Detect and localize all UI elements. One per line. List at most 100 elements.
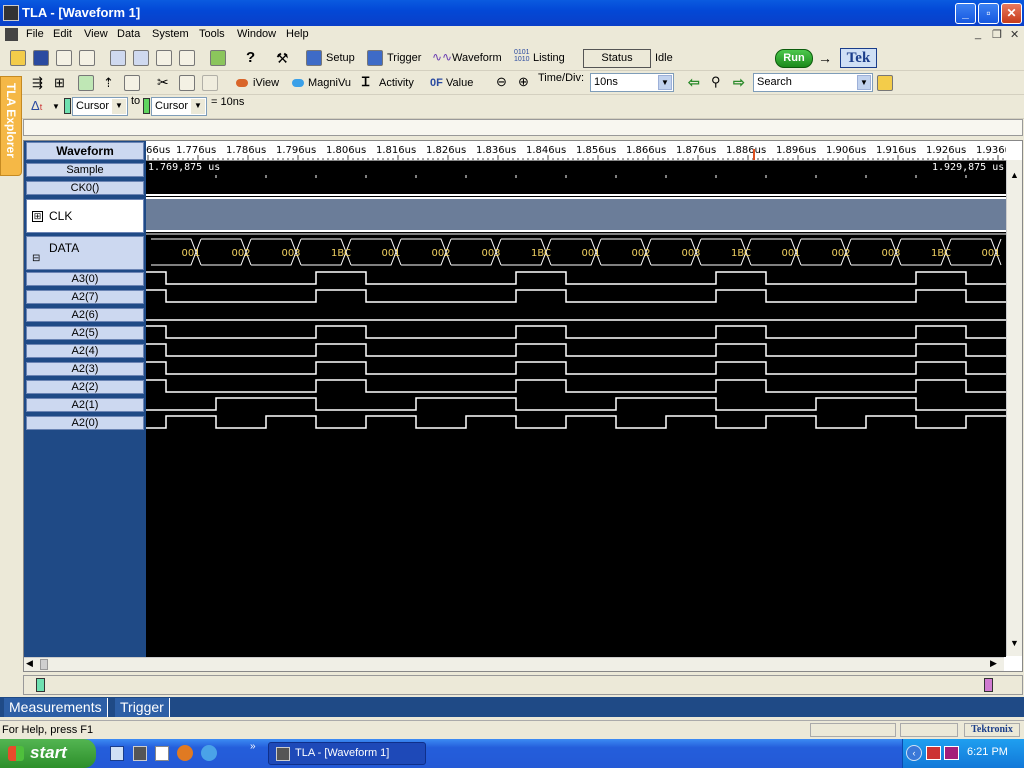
quicklaunch-icon-2[interactable] xyxy=(133,746,147,761)
edit-pencil-icon[interactable] xyxy=(210,50,226,66)
chevron-down-icon[interactable]: ▼ xyxy=(52,98,60,116)
signal-label-a2-1[interactable]: A2(1) xyxy=(26,398,144,412)
waveform-button[interactable]: Waveform xyxy=(452,49,502,67)
menu-system[interactable]: System xyxy=(152,28,189,40)
activity-button[interactable]: Activity xyxy=(379,74,414,92)
scroll-right-arrow-icon[interactable]: ▶ xyxy=(990,658,997,669)
chevron-down-icon[interactable]: ▼ xyxy=(857,75,871,90)
tab-measurements[interactable]: Measurements xyxy=(4,698,108,717)
scroll-down-arrow-icon[interactable]: ▼ xyxy=(1008,638,1021,652)
signal-label-a2-0[interactable]: A2(0) xyxy=(26,416,144,430)
quicklaunch-icon-1[interactable] xyxy=(110,746,124,761)
cut-icon[interactable]: ✂ xyxy=(157,73,169,91)
mdi-minimize-button[interactable]: _ xyxy=(975,28,981,40)
save-icon[interactable] xyxy=(33,50,49,66)
close-button[interactable]: ✕ xyxy=(1001,3,1022,24)
cursor2-slider-marker-icon[interactable] xyxy=(984,678,993,692)
goto-icon[interactable] xyxy=(78,75,94,91)
tray-expand-icon[interactable]: ‹ xyxy=(906,745,922,761)
signal-label-a2-4[interactable]: A2(4) xyxy=(26,344,144,358)
quicklaunch-icon-4[interactable] xyxy=(177,745,193,761)
chevron-down-icon[interactable]: ▼ xyxy=(658,75,672,90)
search-options-icon[interactable] xyxy=(877,75,893,91)
hammer-icon[interactable]: ⚒ xyxy=(276,49,289,67)
load-icon[interactable] xyxy=(79,50,95,66)
add-signal-icon[interactable]: ⇶ xyxy=(32,74,43,92)
tray-app-icon-2[interactable] xyxy=(944,746,959,760)
new-window-icon[interactable] xyxy=(133,50,149,66)
properties-icon[interactable] xyxy=(156,50,172,66)
signal-label-a2-3[interactable]: A2(3) xyxy=(26,362,144,376)
chevron-down-icon[interactable]: ▼ xyxy=(191,99,205,114)
tray-app-icon-1[interactable] xyxy=(926,746,941,760)
menu-data[interactable]: Data xyxy=(117,28,140,40)
print-icon[interactable] xyxy=(56,50,72,66)
summary-icon[interactable] xyxy=(179,50,195,66)
start-button[interactable]: start xyxy=(0,739,96,768)
horizontal-scrollbar[interactable]: ◀ ▶ xyxy=(24,657,1004,671)
arrow-right-green-icon[interactable]: ⇨ xyxy=(733,73,745,91)
trigger-button[interactable]: Trigger xyxy=(387,49,421,67)
zoom-out-icon[interactable]: ⊖ xyxy=(496,73,507,91)
menu-file[interactable]: File xyxy=(26,28,44,40)
arrow-right-icon: → xyxy=(818,50,832,66)
iview-button[interactable]: iView xyxy=(253,74,279,92)
properties-sheet-icon[interactable] xyxy=(124,75,140,91)
signal-label-a2-5[interactable]: A2(5) xyxy=(26,326,144,340)
menu-edit[interactable]: Edit xyxy=(53,28,72,40)
copy-icon[interactable] xyxy=(179,75,195,91)
waveform-header[interactable]: Waveform xyxy=(26,142,144,160)
search-select[interactable]: Search ▼ xyxy=(753,73,873,92)
mdi-restore-button[interactable]: ❐ xyxy=(992,28,1002,41)
system-window-icon[interactable] xyxy=(110,50,126,66)
binoculars-icon[interactable]: ⚲ xyxy=(711,73,721,91)
waveform-plot[interactable]: 001 002 003 1BC 001 002 003 1BC 001 002 003 1BC 001 0… xyxy=(146,161,1017,657)
tab-trigger[interactable]: Trigger xyxy=(115,698,170,717)
scroll-up-arrow-icon[interactable]: ▲ xyxy=(1008,170,1021,184)
signal-label-a2-7[interactable]: A2(7) xyxy=(26,290,144,304)
chevron-down-icon[interactable]: ▼ xyxy=(112,99,126,114)
cursor1-select[interactable]: Cursor 1 ▼ xyxy=(72,97,128,116)
expand-icon[interactable]: ⊞ xyxy=(32,211,43,222)
collapse-icon[interactable]: ⊟ xyxy=(32,248,41,264)
open-icon[interactable] xyxy=(10,50,26,66)
menu-tools[interactable]: Tools xyxy=(199,28,225,40)
signal-label-a2-2[interactable]: A2(2) xyxy=(26,380,144,394)
quicklaunch-more-icon[interactable]: » xyxy=(250,741,256,752)
maximize-button[interactable]: ▫ xyxy=(978,3,999,24)
signal-label-clk[interactable]: ⊞ CLK xyxy=(26,199,144,233)
magnivu-button[interactable]: MagniVu xyxy=(308,74,351,92)
signal-label-a3-0[interactable]: A3(0) xyxy=(26,272,144,286)
listing-button[interactable]: Listing xyxy=(533,49,565,67)
vertical-scrollbar[interactable]: ▲ ▼ xyxy=(1006,160,1022,656)
marker-icon[interactable]: ⇡ xyxy=(103,74,114,92)
signal-label-data[interactable]: ⊟ DATA xyxy=(26,236,144,270)
run-button[interactable]: Run xyxy=(775,49,813,68)
signal-label-a2-6[interactable]: A2(6) xyxy=(26,308,144,322)
arrow-left-icon[interactable]: ⇦ xyxy=(688,73,700,91)
setup-button[interactable]: Setup xyxy=(326,49,355,67)
minimize-button[interactable]: _ xyxy=(955,3,976,24)
signal-label-ck0[interactable]: CK0() xyxy=(26,181,144,195)
paste-icon[interactable] xyxy=(202,75,218,91)
quicklaunch-icon-5[interactable] xyxy=(201,745,217,761)
task-button-tla[interactable]: TLA - [Waveform 1] xyxy=(268,742,426,765)
timediv-select[interactable]: 10ns ▼ xyxy=(590,73,674,92)
help-icon[interactable]: ? xyxy=(246,49,255,67)
quicklaunch-icon-3[interactable] xyxy=(155,746,169,761)
value-button[interactable]: Value xyxy=(446,74,473,92)
menu-window[interactable]: Window xyxy=(237,28,276,40)
overview-slider[interactable] xyxy=(23,675,1023,695)
mdi-close-button[interactable]: ✕ xyxy=(1010,28,1019,41)
scroll-left-arrow-icon[interactable]: ◀ xyxy=(26,658,33,669)
scroll-thumb[interactable] xyxy=(40,659,48,670)
zoom-in-icon[interactable]: ⊕ xyxy=(518,73,529,91)
menu-view[interactable]: View xyxy=(84,28,108,40)
cursor2-select[interactable]: Cursor 2 ▼ xyxy=(151,97,207,116)
signal-label-sample[interactable]: Sample xyxy=(26,163,144,177)
delta-time-icon[interactable]: Δt xyxy=(31,97,42,115)
insert-icon[interactable]: ⊞ xyxy=(54,74,65,92)
tla-explorer-tab[interactable]: TLA Explorer xyxy=(0,76,22,176)
menu-help[interactable]: Help xyxy=(286,28,309,40)
cursor1-slider-marker-icon[interactable] xyxy=(36,678,45,692)
